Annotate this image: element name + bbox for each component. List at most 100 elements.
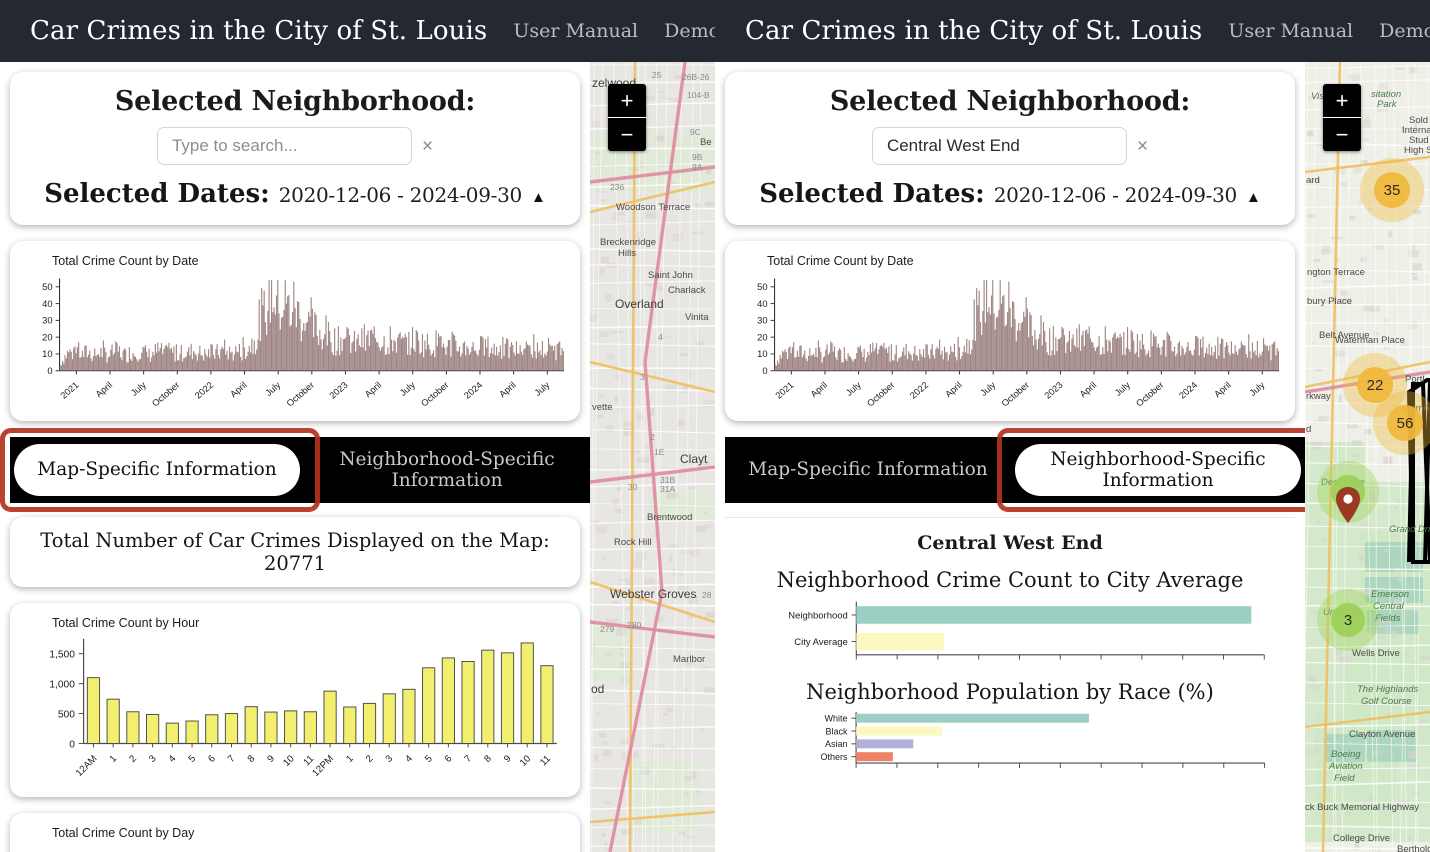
selected-dates-value[interactable]: 2020-12-06 - 2024-09-30	[279, 183, 522, 207]
map-label: Saint John	[648, 270, 693, 281]
svg-text:Others: Others	[820, 752, 848, 762]
svg-text:October: October	[865, 380, 897, 409]
map-label: ck Buck Memorial Highway	[1305, 802, 1419, 813]
crime-by-hour-title: Total Crime Count by Hour	[52, 616, 572, 630]
svg-text:2022: 2022	[908, 380, 930, 401]
selected-dates-row: Selected Dates: 2020-12-06 - 2024-09-30 …	[26, 179, 564, 209]
svg-text:2: 2	[127, 753, 139, 765]
crime-by-date-plot-left: 010203040502021AprilJulyOctober2022April…	[18, 269, 572, 415]
map-cluster-marker[interactable]: 56	[1387, 405, 1423, 441]
left-controls-column: Selected Neighborhood: Type to search...…	[0, 62, 590, 852]
population-by-race-title: Neighborhood Population by Race (%)	[735, 680, 1285, 704]
svg-text:6: 6	[206, 753, 218, 765]
map-label: Marlbor	[673, 654, 705, 665]
neighborhood-name-heading: Central West End	[735, 532, 1285, 554]
crime-by-date-card-right: Total Crime Count by Date 01020304050202…	[725, 241, 1295, 421]
top-navbar-right: Car Crimes in the City of St. Louis User…	[715, 0, 1430, 62]
svg-text:October: October	[419, 380, 451, 409]
population-by-race-svg: White57%Black21%Asian14%Others9%	[735, 708, 1285, 784]
map-label: 9C	[690, 127, 701, 137]
crime-by-date-title: Total Crime Count by Date	[52, 254, 572, 268]
svg-text:1: 1	[344, 753, 356, 765]
map-cluster-marker[interactable]: 35	[1374, 172, 1410, 208]
map-label: Webster Groves	[610, 587, 696, 601]
tab-neighborhood-specific-information[interactable]: Neighborhood-Specific Information	[304, 444, 590, 496]
svg-text:White: White	[825, 714, 848, 724]
zoom-in-button-right[interactable]: +	[1323, 84, 1361, 117]
map-label: College Drive	[1333, 833, 1390, 844]
svg-text:2024: 2024	[462, 380, 484, 401]
map-label: 28	[702, 590, 711, 600]
map-label: 280	[627, 620, 641, 630]
selected-dates-label: Selected Dates:	[44, 179, 270, 209]
crime-vs-city-title: Neighborhood Crime Count to City Average	[735, 568, 1285, 592]
svg-text:3: 3	[384, 753, 396, 765]
svg-text:8: 8	[246, 753, 258, 765]
svg-text:3: 3	[147, 753, 159, 765]
map-left[interactable]: + − zelwood2526B-26104-B9CBe9B9A236Woods…	[590, 62, 715, 852]
tabbar-right: Map-Specific Information Neighborhood-Sp…	[725, 437, 1305, 503]
svg-text:5: 5	[186, 753, 198, 765]
map-label: Field	[1334, 773, 1355, 784]
map-right[interactable]: + − sitationParkSoldInternaStudHigh SVis…	[1305, 62, 1430, 852]
svg-text:7: 7	[226, 753, 238, 765]
zoom-in-button[interactable]: +	[608, 84, 646, 117]
nav-demo-video[interactable]: Demo Video	[664, 20, 715, 42]
map-label: 3	[640, 372, 645, 382]
neighborhood-search-input-right[interactable]: Central West End	[872, 127, 1127, 165]
svg-text:October: October	[1000, 380, 1032, 409]
svg-text:April: April	[497, 380, 518, 399]
crime-vs-city-svg: Neighborhood1065City Average236	[735, 596, 1285, 670]
svg-text:April: April	[1212, 380, 1233, 399]
nav-user-manual-right[interactable]: User Manual	[1228, 20, 1353, 42]
svg-text:12PM: 12PM	[310, 753, 336, 779]
selected-dates-row-right: Selected Dates: 2020-12-06 - 2024-09-30 …	[741, 179, 1279, 209]
svg-text:500: 500	[58, 709, 75, 720]
tab-map-specific-information-right[interactable]: Map-Specific Information	[725, 444, 1011, 496]
svg-text:2022: 2022	[193, 380, 215, 401]
svg-text:10: 10	[757, 349, 767, 359]
map-cluster-marker[interactable]: 3	[1331, 603, 1365, 637]
right-controls-column: Selected Neighborhood: Central West End …	[715, 62, 1305, 852]
map-label: 30	[628, 482, 637, 492]
svg-text:1,000: 1,000	[49, 680, 75, 691]
selected-dates-value-right[interactable]: 2020-12-06 - 2024-09-30	[994, 183, 1237, 207]
app-screen: Car Crimes in the City of St. Louis User…	[0, 0, 1430, 852]
map-label: Brentwood	[647, 512, 692, 523]
zoom-out-button[interactable]: −	[608, 118, 646, 151]
svg-text:40: 40	[42, 299, 52, 309]
top-navbar: Car Crimes in the City of St. Louis User…	[0, 0, 715, 62]
svg-text:9: 9	[265, 753, 277, 765]
map-label: bury Place	[1307, 296, 1352, 307]
map-label: rkway	[1306, 391, 1331, 402]
close-icon[interactable]: ×	[422, 137, 433, 156]
map-label: 104-B	[687, 90, 710, 100]
svg-text:July: July	[1247, 380, 1267, 398]
map-label: Wells Drive	[1352, 648, 1400, 659]
map-label: Emerson	[1371, 589, 1409, 600]
svg-text:April: April	[363, 380, 384, 399]
nav-demo-video-right[interactable]: Demo Video	[1379, 20, 1430, 42]
population-by-race-plot: White57%Black21%Asian14%Others9%	[735, 708, 1285, 784]
map-label: ard	[1306, 175, 1320, 186]
tab-map-specific-information[interactable]: Map-Specific Information	[14, 444, 300, 496]
zoom-out-button-right[interactable]: −	[1323, 118, 1361, 151]
map-label: ngton Terrace	[1307, 267, 1365, 278]
selected-neighborhood-heading: Selected Neighborhood:	[26, 86, 564, 117]
nav-user-manual[interactable]: User Manual	[513, 20, 638, 42]
svg-text:City Average: City Average	[794, 637, 848, 648]
chevron-up-icon[interactable]: ▲	[531, 189, 546, 206]
neighborhood-search-input[interactable]: Type to search...	[157, 127, 412, 165]
crime-by-hour-svg: 05001,0001,50012AM123456789101112PM12345…	[18, 631, 572, 791]
map-label: Overland	[615, 297, 664, 311]
tab-neighborhood-specific-information-right[interactable]: Neighborhood-Specific Information	[1015, 444, 1301, 496]
crime-by-day-title: Total Crime Count by Day	[52, 826, 572, 840]
crime-by-date-svg-left: 010203040502021AprilJulyOctober2022April…	[18, 269, 572, 415]
close-icon-right[interactable]: ×	[1137, 137, 1148, 156]
svg-text:4: 4	[403, 753, 415, 765]
map-pin-icon[interactable]	[1335, 487, 1361, 523]
panel-right-content: Selected Neighborhood: Central West End …	[715, 62, 1430, 852]
svg-text:30: 30	[757, 316, 767, 326]
selected-dates-label-right: Selected Dates:	[759, 179, 985, 209]
chevron-up-icon-right[interactable]: ▲	[1246, 189, 1261, 206]
